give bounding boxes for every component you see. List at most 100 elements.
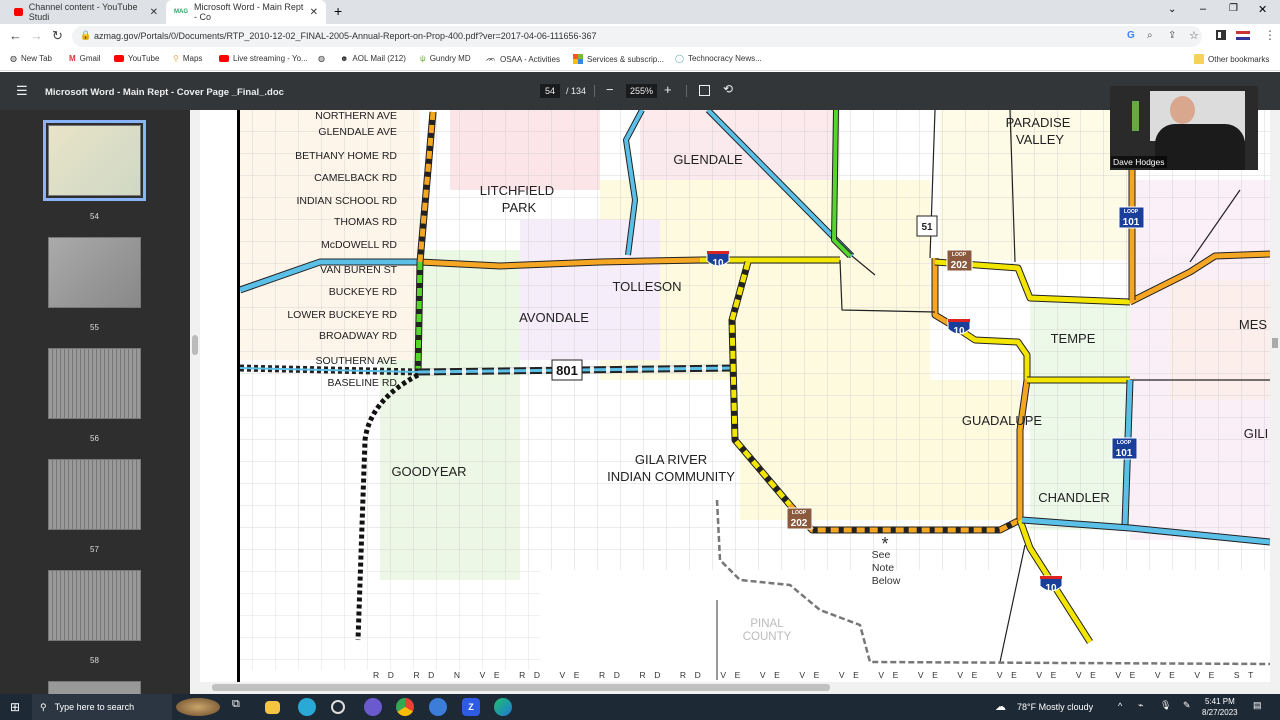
svg-text:LOOP: LOOP <box>792 510 807 516</box>
pdf-toolbar: ☰ Microsoft Word - Main Rept - Cover Pag… <box>0 72 1280 110</box>
bookmark-aol-mail[interactable]: ☻ AOL Mail (212) <box>340 54 406 63</box>
weather-text[interactable]: 78°F Mostly cloudy <box>1017 702 1093 712</box>
address-bar[interactable]: 🔒 azmag.gov/Portals/0/Documents/RTP_2010… <box>72 26 1202 47</box>
bookmark-technocracy[interactable]: ◯ Technocracy News... <box>675 54 762 63</box>
thumbnail-page-59[interactable] <box>48 681 141 694</box>
bookmark-label: Other bookmarks <box>1208 54 1270 64</box>
bookmark-maps[interactable]: ⚲ Maps <box>173 54 202 63</box>
svg-text:51: 51 <box>921 222 933 233</box>
svg-text:202: 202 <box>951 260 968 271</box>
gmail-icon: M <box>69 54 76 63</box>
youtube-icon <box>14 8 23 16</box>
bookmark-label: New Tab <box>20 54 52 63</box>
loop-101-shield: LOOP 101 <box>1118 206 1145 229</box>
zoom-input[interactable]: 255% <box>626 84 658 98</box>
reload-icon[interactable]: ↻ <box>52 28 63 44</box>
zoom-out-button[interactable]: − <box>606 82 614 97</box>
microphone-icon[interactable]: 🎙 <box>1160 700 1171 711</box>
search-highlight-image[interactable] <box>176 698 220 716</box>
windows-start-icon[interactable]: ⊞ <box>10 700 20 714</box>
bookmark-live-streaming[interactable]: Live streaming - Yo... <box>219 54 308 63</box>
bookmark-new-tab[interactable]: ◍ New Tab <box>10 54 52 63</box>
restore-button[interactable]: ❐ <box>1229 3 1238 14</box>
clock-time[interactable]: 5:41 PM <box>1205 697 1235 706</box>
city-label-chandler: CHANDLER <box>1038 490 1110 505</box>
bookmark-gundry[interactable]: ψ Gundry MD <box>420 54 471 63</box>
thumbnail-page-57[interactable] <box>48 459 141 530</box>
app-icon[interactable] <box>331 700 345 714</box>
app-icon[interactable] <box>298 698 316 716</box>
zoom-in-button[interactable]: + <box>664 82 672 97</box>
weather-icon[interactable]: ☁ <box>995 700 1006 713</box>
side-panel-icon[interactable] <box>1216 30 1226 40</box>
show-hidden-icons[interactable]: ^ <box>1118 701 1122 711</box>
taskbar: ⊞ ⚲ Type here to search ⧉ Z ☁ 78°F Mostly… <box>0 694 1280 720</box>
google-icon[interactable]: G <box>1127 30 1135 41</box>
star-icon[interactable]: ☆ <box>1189 29 1199 42</box>
extension-icon[interactable] <box>1236 31 1250 40</box>
svg-text:LOOP: LOOP <box>1124 209 1139 215</box>
minimize-button[interactable]: – <box>1200 3 1206 15</box>
bookmark-services[interactable]: Services & subscrip... <box>573 54 664 64</box>
app-icon[interactable] <box>364 698 382 716</box>
transportation-map: NORTHERN AVE GLENDALE AVE BETHANY HOME R… <box>240 110 1270 682</box>
clock-date[interactable]: 8/27/2023 <box>1202 708 1238 717</box>
task-view-icon[interactable]: ⧉ <box>232 698 250 716</box>
network-icon[interactable]: ⌁ <box>1138 700 1143 711</box>
notifications-icon[interactable]: ▤ <box>1253 700 1262 711</box>
bookmark-youtube[interactable]: YouTube <box>114 54 159 63</box>
menu-icon[interactable]: ⋮ <box>1264 28 1276 42</box>
other-bookmarks[interactable]: Other bookmarks <box>1194 54 1269 64</box>
url-text[interactable]: azmag.gov/Portals/0/Documents/RTP_2010-1… <box>94 31 597 41</box>
horizontal-scrollbar[interactable] <box>200 682 1280 694</box>
street-label: NORTHERN AVE <box>315 110 397 122</box>
thumbnail-page-54[interactable] <box>43 120 146 201</box>
tab-search-icon[interactable]: ⌄ <box>1168 4 1176 15</box>
loop-202-shield: LOOP 202 <box>786 507 813 530</box>
rotate-icon[interactable]: ⟲ <box>723 82 733 96</box>
youtube-icon <box>219 55 229 62</box>
sidebar-scrollbar[interactable] <box>190 110 200 694</box>
fit-page-icon[interactable] <box>699 85 710 96</box>
tab-youtube-studio[interactable]: Channel content - YouTube Studi ✕ <box>6 0 166 24</box>
back-icon[interactable]: ← <box>9 28 22 43</box>
bookmark-globe[interactable]: ◍ <box>318 54 325 63</box>
gundry-icon: ψ <box>420 54 426 63</box>
page-scrollbar[interactable] <box>1270 110 1280 686</box>
bookmark-label: Gundry MD <box>429 54 471 63</box>
page-margin <box>200 110 240 686</box>
search-box[interactable]: ⚲ Type here to search <box>32 694 172 720</box>
loop-202-shield: LOOP 202 <box>946 249 973 272</box>
zoom-icon[interactable]: ⌕ <box>1147 30 1153 41</box>
tab-pdf[interactable]: MAG Microsoft Word - Main Rept - Co ✕ <box>166 0 326 24</box>
search-icon: ⚲ <box>40 701 47 712</box>
thumbnail-page-58[interactable] <box>48 570 141 641</box>
zoom-app-icon[interactable]: Z <box>462 698 480 716</box>
bookmark-osaa[interactable]: ᨏ OSAA - Activities <box>486 54 560 64</box>
close-window-button[interactable]: ✕ <box>1258 3 1267 16</box>
share-icon[interactable]: ⇪ <box>1168 30 1176 41</box>
street-label: LOWER BUCKEYE RD <box>287 309 397 321</box>
thumbnail-page-56[interactable] <box>48 348 141 419</box>
thumbnail-page-55[interactable] <box>48 237 141 308</box>
bookmark-gmail[interactable]: M Gmail <box>69 54 101 63</box>
hamburger-menu-icon[interactable]: ☰ <box>16 83 28 99</box>
microsoft-icon <box>573 54 583 64</box>
svg-text:801: 801 <box>556 363 578 378</box>
new-tab-button[interactable]: + <box>334 3 342 19</box>
file-explorer-icon[interactable] <box>265 701 280 714</box>
forward-icon[interactable]: → <box>30 28 43 43</box>
svg-text:10: 10 <box>712 258 724 269</box>
pen-icon[interactable]: ✎ <box>1183 700 1191 711</box>
chrome-icon[interactable] <box>396 698 414 716</box>
app-icon[interactable] <box>429 698 447 716</box>
edge-icon[interactable] <box>494 698 512 716</box>
page-number-input[interactable]: 54 <box>540 84 561 98</box>
street-label: BASELINE RD <box>328 377 398 389</box>
search-placeholder: Type here to search <box>54 702 135 712</box>
person-body <box>1155 124 1245 170</box>
close-tab-icon[interactable]: ✕ <box>310 7 318 18</box>
close-tab-icon[interactable]: ✕ <box>150 7 158 18</box>
city-label-litchfield-park: LITCHFIELD <box>480 183 554 198</box>
cactus <box>1132 101 1139 131</box>
